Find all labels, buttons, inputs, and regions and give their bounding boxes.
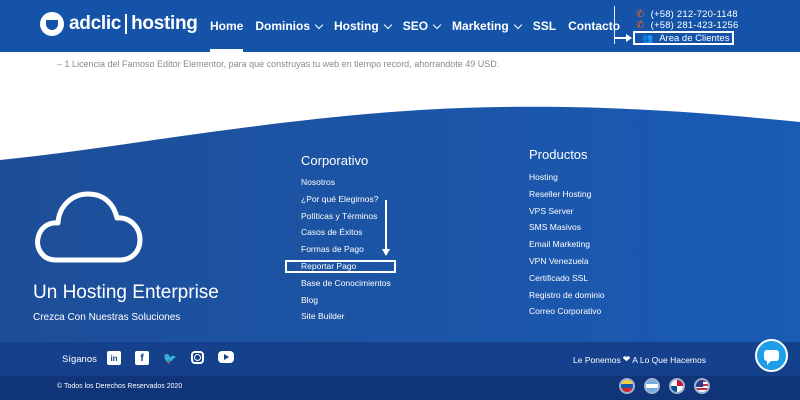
footer-link-reseller-hosting[interactable]: Reseller Hosting <box>529 186 605 203</box>
footer-link-nosotros[interactable]: Nosotros <box>301 174 391 191</box>
chat-button[interactable] <box>755 339 788 372</box>
chevron-down-icon <box>513 20 522 29</box>
footer-link-sms-masivos[interactable]: SMS Masivos <box>529 219 605 236</box>
footer-link-registro-dominio[interactable]: Registro de dominio <box>529 287 605 304</box>
nav-label: Hosting <box>334 19 379 33</box>
phone-number: (+58) 212-720-1148 <box>650 9 738 20</box>
annotation-highlight-box <box>285 260 396 273</box>
argentina-flag-icon[interactable] <box>644 378 660 394</box>
footer-link-politicas[interactable]: Políticas y Términos <box>301 208 391 225</box>
annotation-arrow-right <box>614 34 632 42</box>
social-icons: in f 🐦 <box>107 351 248 365</box>
phone-icon: ✆ <box>636 9 645 20</box>
follow-label: Síganos <box>62 354 97 365</box>
footer-link-certificado-ssl[interactable]: Certificado SSL <box>529 270 605 287</box>
brand-subtitle: Crezca Con Nuestras Soluciones <box>33 312 181 323</box>
users-icon: 👥 <box>642 32 654 43</box>
youtube-icon[interactable] <box>218 351 234 363</box>
chevron-down-icon <box>383 20 392 29</box>
tagline-end: A Lo Que Hacemos <box>632 354 706 365</box>
footer-link-blog[interactable]: Blog <box>301 292 391 309</box>
chat-bubble-icon <box>764 350 779 365</box>
footer-link-casos-exito[interactable]: Casos de Éxitos <box>301 224 391 241</box>
venezuela-flag-icon[interactable] <box>619 378 635 394</box>
site-logo[interactable]: adclic hosting <box>40 12 198 36</box>
nav-label: Dominios <box>255 19 311 33</box>
productos-links: Hosting Reseller Hosting VPS Server SMS … <box>529 169 605 320</box>
tagline: Le Ponemos ❤ A Lo Que Hacemos <box>573 354 706 365</box>
heart-icon: ❤ <box>622 354 631 364</box>
linkedin-icon[interactable]: in <box>107 351 121 365</box>
instagram-icon[interactable] <box>191 351 204 364</box>
nav-item-home[interactable]: Home <box>210 0 244 52</box>
nav-label: Home <box>210 19 244 33</box>
tagline-start: Le Ponemos <box>573 354 621 365</box>
nav-label: SEO <box>402 19 429 33</box>
main-nav: Home Dominios Hosting SEO Marketing SSL … <box>204 0 626 52</box>
nav-item-hosting[interactable]: Hosting <box>334 0 392 52</box>
twitter-icon[interactable]: 🐦 <box>163 351 177 365</box>
client-area-link[interactable]: 👥 Area de Clientes <box>633 31 734 45</box>
phone-number: (+58) 281-423-1256 <box>650 20 739 31</box>
footer-link-correo-corporativo[interactable]: Correo Corporativo <box>529 303 605 320</box>
chevron-down-icon <box>432 20 442 29</box>
footer-link-vps-server[interactable]: VPS Server <box>529 203 605 220</box>
corporativo-title: Corporativo <box>301 153 369 168</box>
footer-link-base-conocimientos[interactable]: Base de Conocimientos <box>301 275 391 292</box>
corporativo-links: Nosotros ¿Por qué Elegirnos? Políticas y… <box>301 174 391 325</box>
footer-link-email-marketing[interactable]: Email Marketing <box>529 236 605 253</box>
productos-title: Productos <box>529 147 588 162</box>
client-area-label: Area de Clientes <box>659 32 730 44</box>
intro-text: – 1 Licencia del Famoso Editor Elementor… <box>57 59 500 69</box>
copyright-text: © Todos los Derechos Reservados 2020 <box>57 383 183 390</box>
facebook-icon[interactable]: f <box>135 351 149 365</box>
nav-label: Marketing <box>452 19 509 33</box>
logo-text-left: adclic <box>69 13 122 34</box>
nav-item-contacto[interactable]: Contacto <box>568 0 620 52</box>
footer-link-site-builder[interactable]: Site Builder <box>301 308 391 325</box>
footer-link-hosting[interactable]: Hosting <box>529 169 605 186</box>
footer-link-por-que-elegirnos[interactable]: ¿Por qué Elegirnos? <box>301 191 391 208</box>
phone-icon: ✆ <box>636 20 645 31</box>
social-bar: Síganos in f 🐦 Le Ponemos ❤ A Lo Que Hac… <box>0 342 800 376</box>
logo-mark-icon <box>40 12 64 36</box>
phone-link-1[interactable]: ✆ (+58) 212-720-1148 <box>636 9 738 20</box>
nav-label: Contacto <box>568 19 621 33</box>
logo-divider <box>125 14 128 34</box>
nav-item-seo[interactable]: SEO <box>402 0 442 52</box>
chevron-down-icon <box>314 20 324 29</box>
language-flags <box>619 378 719 394</box>
usa-flag-icon[interactable] <box>694 378 710 394</box>
nav-item-dominios[interactable]: Dominios <box>255 0 324 52</box>
footer-link-vpn-venezuela[interactable]: VPN Venezuela <box>529 253 605 270</box>
nav-label: SSL <box>532 19 557 33</box>
bottom-bar: © Todos los Derechos Reservados 2020 <box>0 376 800 400</box>
nav-item-ssl[interactable]: SSL <box>533 0 556 52</box>
phone-link-2[interactable]: ✆ (+58) 281-423-1256 <box>636 20 738 31</box>
annotation-arrow-down <box>382 200 390 256</box>
brand-title: Un Hosting Enterprise <box>33 282 219 303</box>
cloud-icon <box>35 191 143 263</box>
nav-item-marketing[interactable]: Marketing <box>452 0 522 52</box>
site-header: adclic hosting Home Dominios Hosting SEO… <box>0 0 800 52</box>
panama-flag-icon[interactable] <box>669 378 685 394</box>
footer-link-formas-pago[interactable]: Formas de Pago <box>301 241 391 258</box>
logo-text-right: hosting <box>131 13 198 34</box>
